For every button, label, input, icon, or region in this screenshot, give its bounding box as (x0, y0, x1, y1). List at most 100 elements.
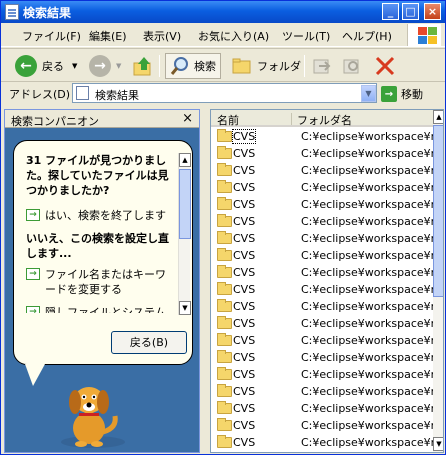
forward-button[interactable]: → ▼ (89, 53, 121, 79)
back-button-companion[interactable]: 戻る(B) (111, 331, 187, 354)
result-folder: C:¥eclipse¥workspace¥n (301, 283, 438, 296)
result-name: CVS (233, 147, 256, 160)
up-folder-button[interactable] (132, 53, 154, 79)
result-folder: C:¥eclipse¥workspace¥n (301, 385, 438, 398)
option-include-hidden[interactable]: → 隠しファイルとシステム ファイルを含めるかどうかを (26, 305, 173, 313)
folder-icon (217, 231, 232, 244)
result-row[interactable]: CVS C:¥eclipse¥workspace¥n (211, 332, 438, 349)
result-name: CVS (233, 164, 256, 177)
folder-icon (217, 367, 232, 380)
scroll-thumb[interactable] (433, 125, 443, 297)
move-to-icon (313, 59, 331, 74)
result-folder: C:¥eclipse¥workspace¥n (301, 130, 438, 143)
companion-header: 検索コンパニオン × (5, 110, 199, 128)
move-to-button[interactable] (311, 53, 333, 79)
result-name: CVS (233, 385, 256, 398)
result-row[interactable]: CVS C:¥eclipse¥workspace¥n (211, 315, 438, 332)
scroll-thumb[interactable] (179, 169, 191, 239)
result-row[interactable]: CVS C:¥eclipse¥workspace¥n (211, 179, 438, 196)
result-row[interactable]: CVS C:¥eclipse¥workspace¥n (211, 366, 438, 383)
folder-icon (217, 214, 232, 227)
menu-favorites[interactable]: お気に入り(A) (198, 28, 269, 44)
result-row[interactable]: CVS C:¥eclipse¥workspace¥n (211, 434, 438, 451)
menu-view[interactable]: 表示(V) (143, 28, 181, 44)
option-finish-search[interactable]: → はい、検索を終了します (26, 208, 173, 223)
result-row[interactable]: CVS C:¥eclipse¥workspace¥n (211, 230, 438, 247)
option-label: ファイル名またはキーワードを変更する (45, 268, 166, 296)
up-folder-icon (133, 57, 151, 76)
result-folder: C:¥eclipse¥workspace¥n (301, 249, 438, 262)
windows-logo-icon (407, 24, 441, 46)
result-row[interactable]: CVS C:¥eclipse¥workspace¥n (211, 383, 438, 400)
result-row[interactable]: CVS C:¥eclipse¥workspace¥n (211, 128, 438, 145)
balloon-content: 31 ファイルが見つかりました。探していたファイルは見つかりましたか? → はい… (26, 153, 173, 313)
result-name: CVS (233, 215, 256, 228)
address-label: アドレス(D) (9, 88, 71, 101)
close-pane-icon[interactable]: × (182, 111, 193, 126)
result-folder: C:¥eclipse¥workspace¥n (301, 317, 438, 330)
result-row[interactable]: CVS C:¥eclipse¥workspace¥n (211, 417, 438, 434)
folders-button[interactable]: フォルダ (231, 53, 301, 79)
go-arrow-icon: → (381, 86, 397, 102)
maximize-button[interactable]: □ (402, 3, 419, 20)
menu-bar: ファイル(F) 編集(E) 表示(V) お気に入り(A) ツール(T) ヘルプ(… (1, 23, 445, 47)
delete-button[interactable] (374, 53, 396, 79)
folder-icon (217, 163, 232, 176)
address-dropdown-button[interactable]: ▼ (361, 85, 376, 102)
option-change-filename[interactable]: → ファイル名またはキーワードを変更する (26, 267, 173, 297)
result-folder: C:¥eclipse¥workspace¥n (301, 436, 438, 449)
back-button[interactable]: ← 戻る ▼ (15, 53, 77, 79)
result-row[interactable]: CVS C:¥eclipse¥workspace¥n (211, 298, 438, 315)
result-folder: C:¥eclipse¥workspace¥n (301, 300, 438, 313)
result-folder: C:¥eclipse¥workspace¥n (301, 419, 438, 432)
result-row[interactable]: CVS C:¥eclipse¥workspace¥n (211, 145, 438, 162)
folders-label: フォルダ (257, 60, 301, 73)
scroll-up-icon[interactable]: ▲ (179, 153, 191, 167)
copy-to-button[interactable] (341, 53, 363, 79)
result-name: CVS (233, 266, 256, 279)
column-header-name[interactable]: 名前 (217, 112, 239, 128)
search-button[interactable]: 検索 (165, 53, 221, 79)
address-bar: アドレス(D) 検索結果 ▼ → 移動 (1, 83, 445, 103)
result-row[interactable]: CVS C:¥eclipse¥workspace¥n (211, 264, 438, 281)
result-row[interactable]: CVS C:¥eclipse¥workspace¥n (211, 213, 438, 230)
result-name: CVS (233, 283, 256, 296)
result-row[interactable]: CVS C:¥eclipse¥workspace¥n (211, 400, 438, 417)
balloon-scrollbar[interactable]: ▲ ▼ (178, 153, 191, 315)
delete-x-icon (375, 56, 395, 76)
chevron-down-icon: ▼ (116, 62, 122, 70)
green-arrow-icon: → (26, 268, 40, 280)
menu-help[interactable]: ヘルプ(H) (342, 28, 392, 44)
result-row[interactable]: CVS C:¥eclipse¥workspace¥n (211, 247, 438, 264)
result-name: CVS (233, 419, 256, 432)
go-button[interactable]: → 移動 (381, 85, 423, 103)
folder-icon (217, 435, 232, 448)
column-header-folder[interactable]: フォルダ名 (297, 112, 352, 128)
result-name: CVS (233, 334, 256, 347)
result-folder: C:¥eclipse¥workspace¥n (301, 351, 438, 364)
title-bar[interactable]: 検索結果 _ □ × (1, 1, 445, 23)
menu-file[interactable]: ファイル(F) (22, 28, 81, 44)
folder-icon (217, 333, 232, 346)
result-folder: C:¥eclipse¥workspace¥n (301, 181, 438, 194)
result-row[interactable]: CVS C:¥eclipse¥workspace¥n (211, 349, 438, 366)
scroll-down-icon[interactable]: ▼ (433, 437, 443, 451)
result-name: CVS (233, 198, 256, 211)
folder-icon (217, 129, 232, 142)
result-name: CVS (231, 129, 257, 144)
scroll-up-icon[interactable]: ▲ (433, 110, 443, 124)
results-scrollbar[interactable]: ▲ ▼ (433, 110, 443, 452)
result-row[interactable]: CVS C:¥eclipse¥workspace¥n (211, 196, 438, 213)
close-button[interactable]: × (424, 3, 441, 20)
scroll-down-icon[interactable]: ▼ (179, 301, 191, 315)
menu-tools[interactable]: ツール(T) (282, 28, 330, 44)
address-field[interactable]: 検索結果 ▼ (72, 83, 377, 103)
menu-edit[interactable]: 編集(E) (89, 28, 127, 44)
column-headers: 名前 フォルダ名 (211, 110, 433, 127)
folder-icon (217, 299, 232, 312)
result-row[interactable]: CVS C:¥eclipse¥workspace¥n (211, 281, 438, 298)
chevron-down-icon: ▼ (72, 62, 78, 70)
minimize-button[interactable]: _ (382, 3, 399, 20)
search-results-list: 名前 フォルダ名 CVS C:¥eclipse¥workspace¥n CVS C:¥… (210, 109, 444, 453)
result-row[interactable]: CVS C:¥eclipse¥workspace¥n (211, 162, 438, 179)
